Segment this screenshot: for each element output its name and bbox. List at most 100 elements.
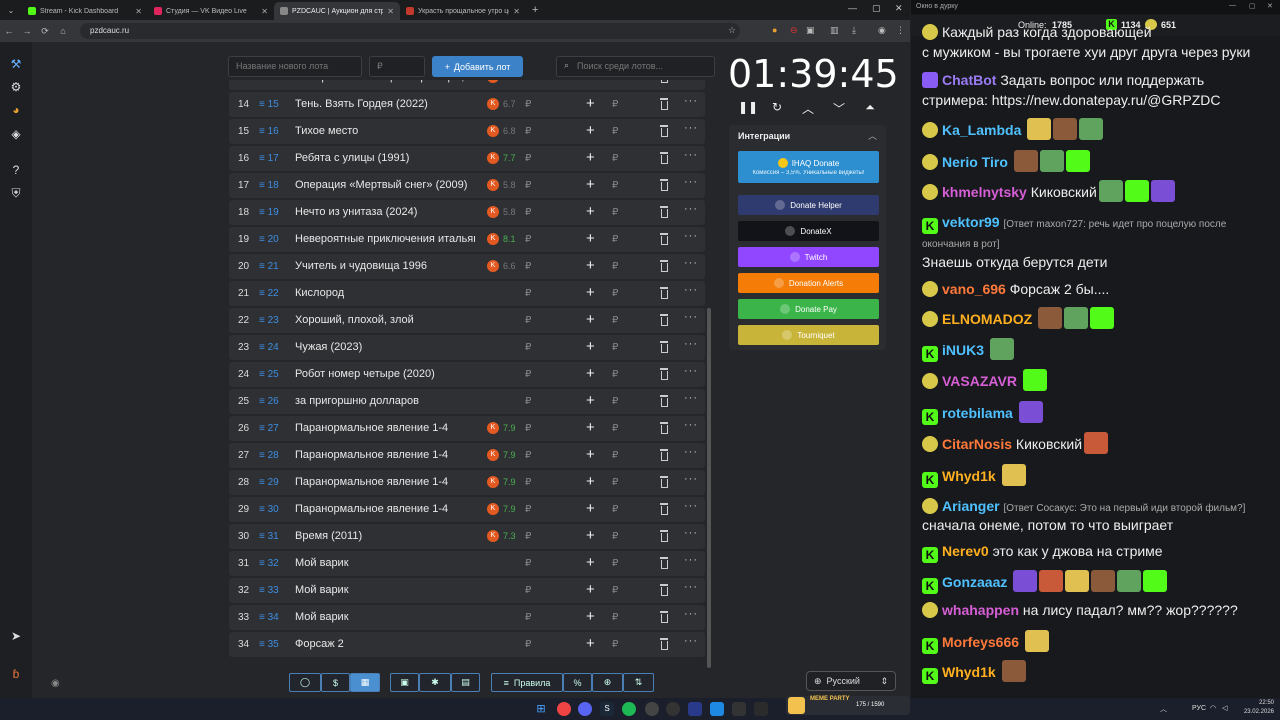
plus-icon[interactable]: + [586, 554, 595, 571]
lot-name[interactable]: Тень. Взять Гордея (2022) [295, 98, 475, 110]
trash-icon[interactable] [659, 152, 669, 164]
trash-button[interactable]: ▤ [451, 673, 480, 692]
more-icon[interactable]: ··· [684, 122, 698, 134]
minimize-icon[interactable]: — [1229, 2, 1236, 9]
app-icon[interactable] [645, 702, 659, 716]
table-row[interactable]: 16 ≡ 17 Ребята с улицы (1991) K 7.7 ₽ + ₽ ··· [229, 146, 705, 171]
download-icon[interactable]: ⤓ [852, 25, 856, 36]
table-row[interactable]: 14 ≡ 15 Тень. Взять Гордея (2022) K 6.7 ₽ + ₽ ··… [229, 92, 705, 117]
maximize-icon[interactable]: ▢ [1249, 2, 1256, 10]
table-row[interactable]: 17 ≡ 18 Операция «Мертвый снег» (2009) K 5.8… [229, 173, 705, 198]
chat-username[interactable]: iNUK3 [942, 342, 984, 358]
wheel-icon[interactable]: ◕ [8, 102, 24, 118]
table-row[interactable]: 34 ≡ 35 Форсаж 2 ₽ + ₽ ··· [229, 632, 705, 657]
double-up-icon[interactable]: ⏶ [862, 100, 878, 115]
amount-field[interactable]: ₽ [525, 180, 531, 191]
trash-icon[interactable] [659, 584, 669, 596]
add-amount-field[interactable]: ₽ [612, 558, 618, 569]
obs-icon[interactable] [666, 702, 680, 716]
integration-donate-helper[interactable]: Donate Helper [738, 195, 879, 215]
amount-field[interactable]: ₽ [525, 450, 531, 461]
plus-icon[interactable]: + [586, 230, 595, 247]
add-amount-field[interactable]: ₽ [612, 126, 618, 137]
more-icon[interactable]: ··· [684, 365, 698, 377]
integration-donatex[interactable]: DonateX [738, 221, 879, 241]
scrollbar[interactable] [707, 308, 711, 668]
lot-name[interactable]: Хороший, плохой, злой [295, 314, 475, 326]
tab-vk[interactable]: Студия — VK Видео Live ✕ [148, 2, 274, 20]
chat-username[interactable]: Ka_Lambda [942, 122, 1021, 138]
more-icon[interactable]: ··· [684, 338, 698, 350]
chat-username[interactable]: rotebilama [942, 405, 1013, 421]
amount-field[interactable]: ₽ [525, 126, 531, 137]
dollar-button[interactable]: $ [321, 673, 350, 692]
close-icon[interactable]: ✕ [513, 7, 520, 16]
close-icon[interactable]: ✕ [1267, 2, 1273, 10]
menu-icon[interactable]: ⋮ [896, 25, 905, 36]
lot-name[interactable]: за пригоршню долларов [295, 395, 475, 407]
chat-username[interactable]: Whyd1k [942, 664, 996, 680]
plus-icon[interactable]: + [586, 365, 595, 382]
minimize-icon[interactable]: — [848, 3, 857, 13]
add-amount-field[interactable]: ₽ [612, 450, 618, 461]
shield-icon[interactable]: ⛨ [8, 185, 24, 201]
reload-icon[interactable]: ⟳ [36, 26, 54, 37]
volume-icon[interactable]: ◁ [1222, 704, 1227, 712]
trash-icon[interactable] [659, 80, 669, 83]
table-row[interactable]: 26 ≡ 27 Паранормальное явление 1-4 K 7.9 ₽ + ₽ ·… [229, 416, 705, 441]
app-icon[interactable] [688, 702, 702, 716]
wifi-icon[interactable]: ◠ [1210, 704, 1216, 712]
add-lot-button[interactable]: + Добавить лот [432, 56, 523, 77]
table-row[interactable]: 23 ≡ 24 Чужая (2023) ₽ + ₽ ··· [229, 335, 705, 360]
lot-name[interactable]: Мой варик [295, 584, 475, 596]
tab-kick[interactable]: Stream - Kick Dashboard ✕ [22, 2, 148, 20]
chat-username[interactable]: vektor99 [942, 214, 1000, 230]
trash-icon[interactable] [659, 314, 669, 326]
trash-icon[interactable] [659, 260, 669, 272]
amount-field[interactable]: ₽ [525, 558, 531, 569]
plus-icon[interactable]: + [586, 581, 595, 598]
plus-icon[interactable]: + [586, 527, 595, 544]
more-icon[interactable]: ··· [684, 581, 698, 593]
amount-field[interactable]: ₽ [525, 315, 531, 326]
star-icon[interactable]: ☆ [728, 25, 736, 36]
chat-username[interactable]: vano_696 [942, 281, 1006, 297]
plus-icon[interactable]: + [586, 122, 595, 139]
add-amount-field[interactable]: ₽ [612, 99, 618, 110]
more-icon[interactable]: ··· [684, 257, 698, 269]
lot-name[interactable]: Паранормальное явление 1-4 [295, 422, 475, 434]
help-icon[interactable]: ? [8, 162, 24, 178]
amount-field[interactable]: ₽ [525, 639, 531, 650]
url-field[interactable]: pzdcauc.ru [80, 23, 740, 39]
percent-button[interactable]: % [563, 673, 592, 692]
plus-icon[interactable]: + [586, 473, 595, 490]
sidepanel-icon[interactable]: ▥ [830, 25, 839, 36]
table-row[interactable]: 13 ≡ 14 Ош против зловещих мертвецов, Со K 4… [229, 80, 705, 90]
table-row[interactable]: 31 ≡ 32 Мой варик ₽ + ₽ ··· [229, 551, 705, 576]
plus-icon[interactable]: + [586, 500, 595, 517]
lot-name[interactable]: Паранормальное явление 1-4 [295, 449, 475, 461]
tab-video[interactable]: Украсть прощальное утро цен... ✕ [400, 2, 526, 20]
integration-ihaq-donate[interactable]: IHAQ Donate Комиссия – 3,5%. Уникальные в… [738, 151, 879, 183]
sort-button[interactable]: ⇅ [623, 673, 654, 692]
table-row[interactable]: 29 ≡ 30 Паранормальное явление 1-4 K 7.9 ₽ + ₽ ·… [229, 497, 705, 522]
chat-username[interactable]: Arianger [942, 498, 1000, 514]
add-amount-field[interactable]: ₽ [612, 153, 618, 164]
add-amount-field[interactable]: ₽ [612, 477, 618, 488]
add-amount-field[interactable]: ₽ [612, 585, 618, 596]
table-row[interactable]: 27 ≡ 28 Паранормальное явление 1-4 K 7.9 ₽ + ₽ ·… [229, 443, 705, 468]
new-lot-input[interactable]: Название нового лота [228, 56, 362, 77]
logo-icon[interactable]: ɓ [8, 666, 24, 682]
lot-name[interactable]: Форсаж 2 [295, 638, 475, 650]
chat-username[interactable]: Morfeys666 [942, 634, 1019, 650]
lot-name[interactable]: Паранормальное явление 1-4 [295, 503, 475, 515]
trash-icon[interactable] [659, 638, 669, 650]
trash-icon[interactable] [659, 287, 669, 299]
table-row[interactable]: 18 ≡ 19 Нечто из унитаза (2024) K 5.8 ₽ + ₽ ··· [229, 200, 705, 225]
table-row[interactable]: 28 ≡ 29 Паранормальное явление 1-4 K 7.9 ₽ + ₽ ·… [229, 470, 705, 495]
add-amount-field[interactable]: ₽ [612, 207, 618, 218]
more-icon[interactable]: ··· [684, 311, 698, 323]
add-amount-field[interactable]: ₽ [612, 342, 618, 353]
more-icon[interactable]: ··· [684, 284, 698, 296]
lot-name[interactable]: Нечто из унитаза (2024) [295, 206, 475, 218]
